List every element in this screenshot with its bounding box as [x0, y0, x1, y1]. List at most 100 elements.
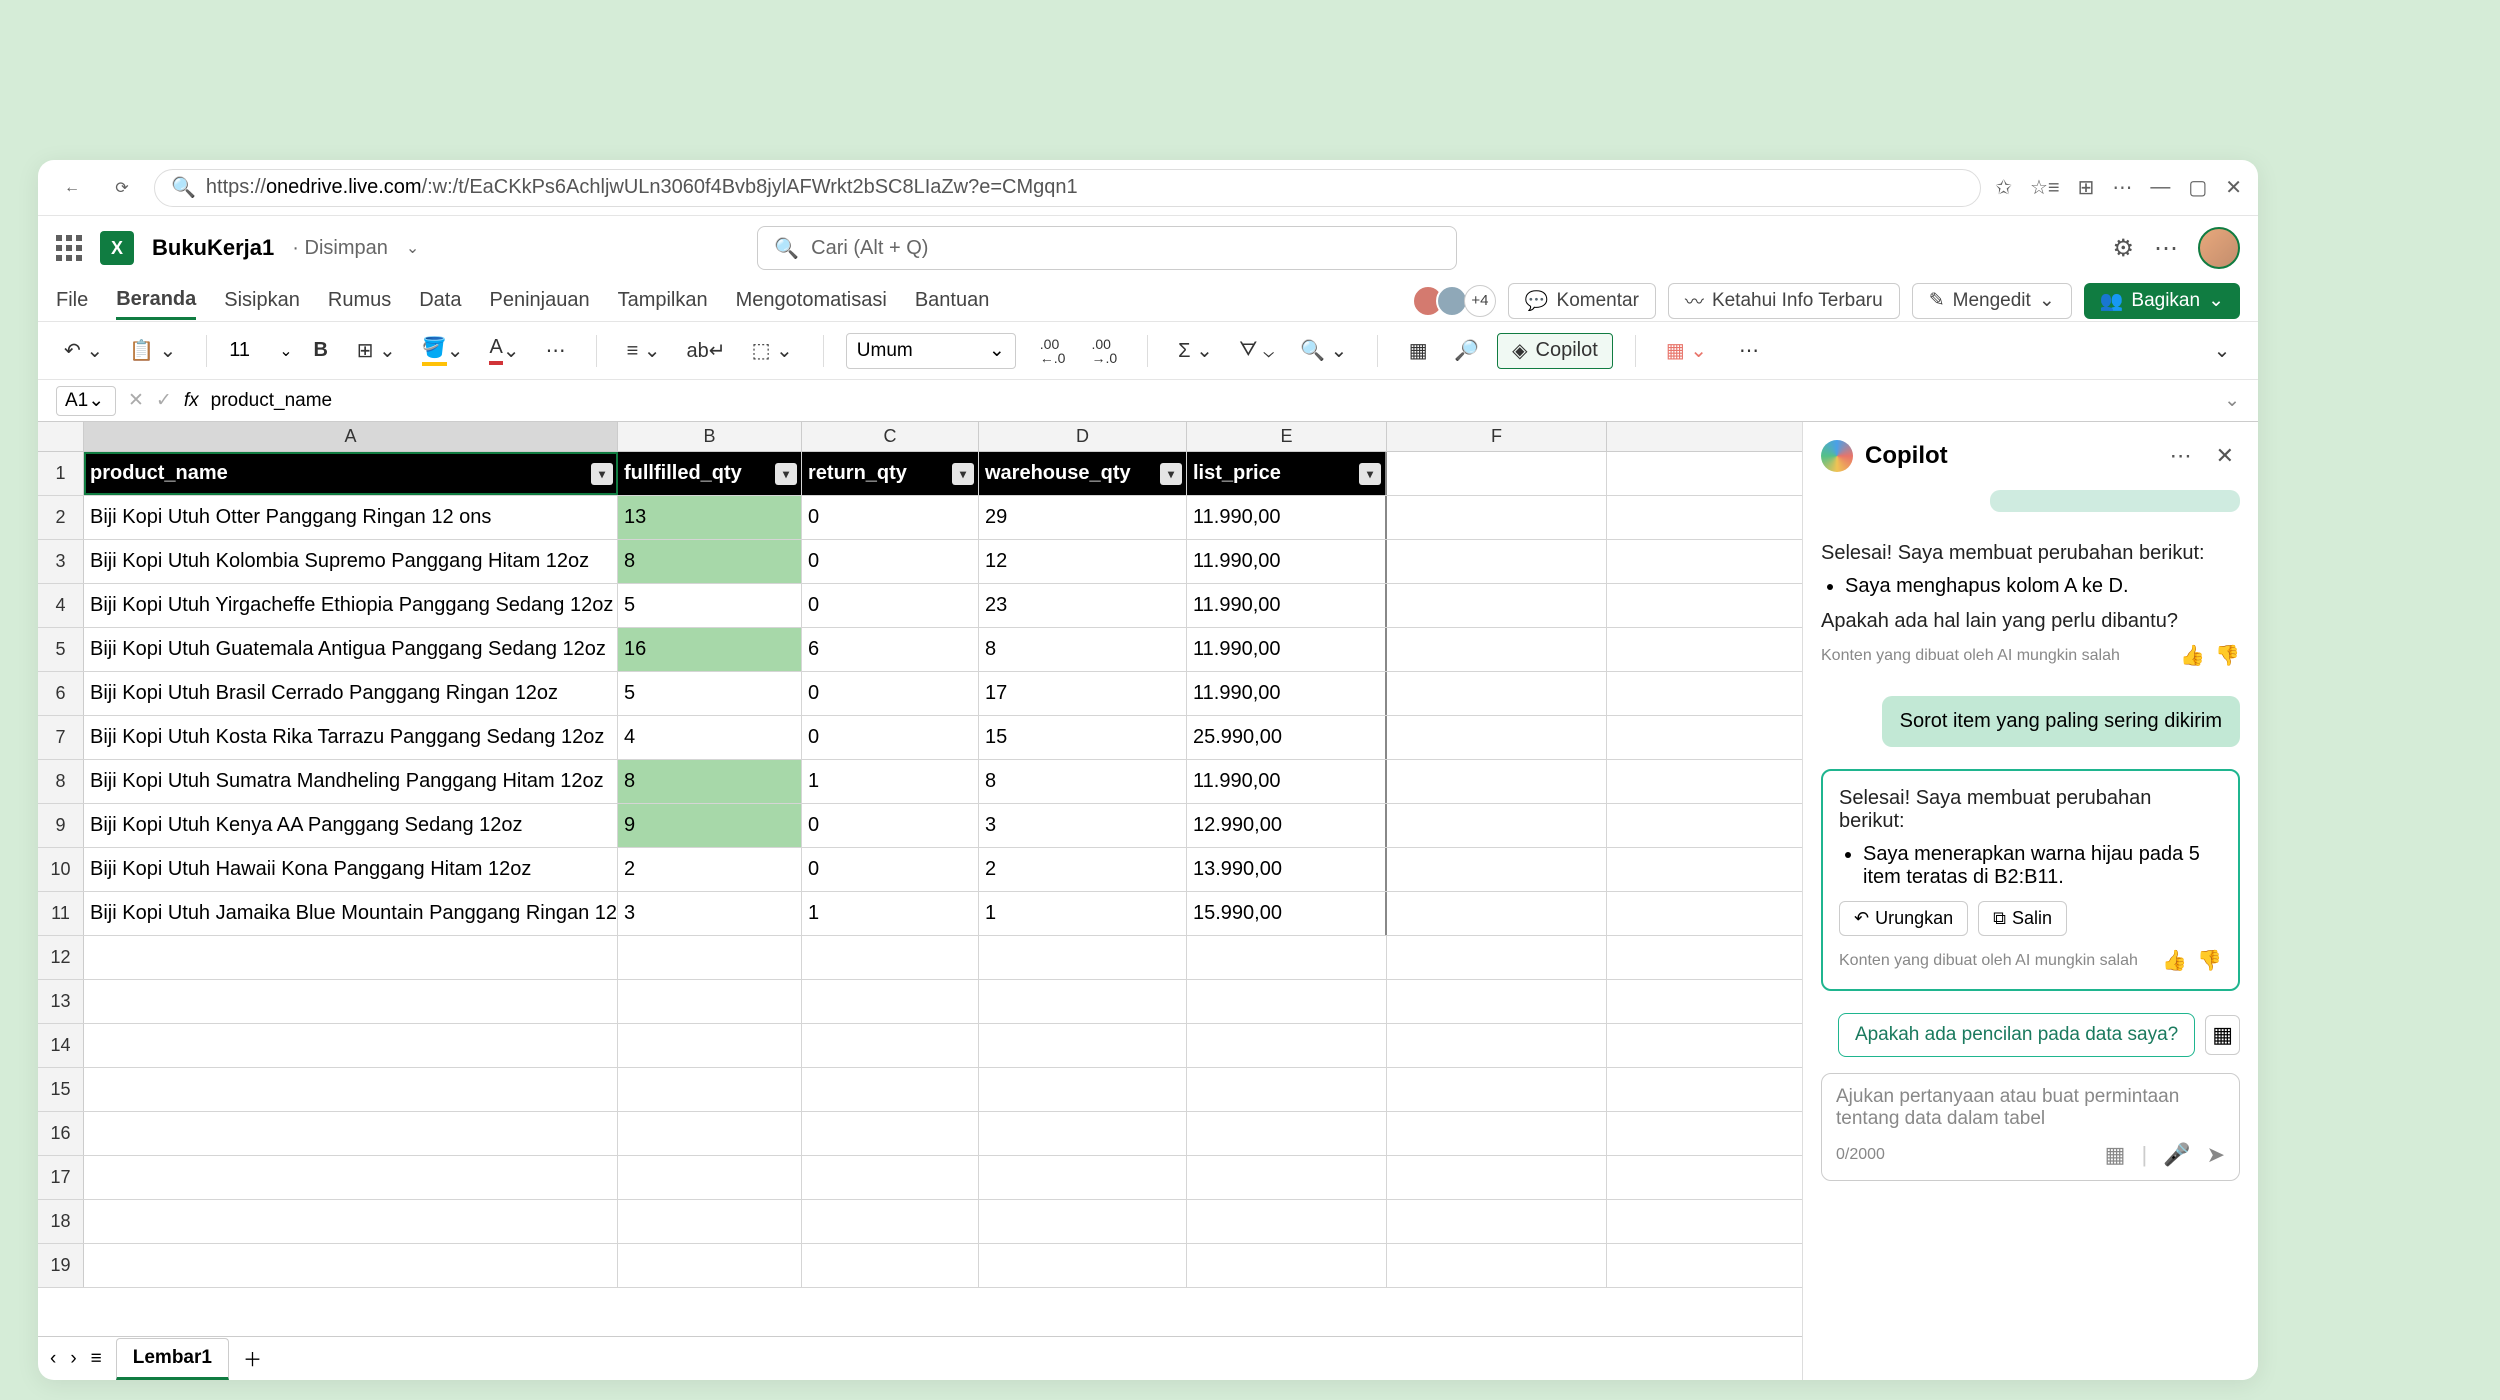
document-title[interactable]: BukuKerja1 [152, 235, 274, 261]
empty-cell[interactable] [1187, 1024, 1387, 1067]
empty-cell[interactable] [1187, 980, 1387, 1023]
cell[interactable]: 0 [802, 716, 979, 759]
cell[interactable]: 13.990,00 [1187, 848, 1387, 891]
empty-cell[interactable] [802, 936, 979, 979]
col-header-c[interactable]: C [802, 422, 979, 451]
header-cell[interactable]: return_qty▾ [802, 452, 979, 495]
row-header[interactable]: 8 [38, 760, 84, 803]
font-color-button[interactable]: A ⌄ [481, 333, 527, 369]
cell[interactable]: 12 [979, 540, 1187, 583]
wrap-text-button[interactable]: ab↵ [679, 333, 734, 369]
empty-cell[interactable] [1387, 1068, 1607, 1111]
grid-reference-icon[interactable]: ▦ [2105, 1142, 2126, 1168]
cell[interactable]: Biji Kopi Utuh Kosta Rika Tarrazu Pangga… [84, 716, 618, 759]
cell[interactable]: 4 [618, 716, 802, 759]
editing-mode-button[interactable]: ✎Mengedit⌄ [1912, 283, 2072, 319]
row-header[interactable]: 15 [38, 1068, 84, 1111]
empty-cell[interactable] [979, 1244, 1187, 1287]
cell[interactable]: Biji Kopi Utuh Brasil Cerrado Panggang R… [84, 672, 618, 715]
align-button[interactable]: ≡ ⌄ [619, 333, 669, 369]
format-table-button[interactable]: ▦ ⌄ [1658, 333, 1715, 369]
empty-cell[interactable] [618, 936, 802, 979]
cell[interactable]: 15.990,00 [1187, 892, 1387, 935]
col-header-e[interactable]: E [1187, 422, 1387, 451]
empty-cell[interactable] [1187, 1244, 1387, 1287]
autosum-button[interactable]: Σ ⌄ [1170, 333, 1221, 369]
suggestion-grid-icon[interactable]: ▦ [2205, 1015, 2240, 1055]
col-header-f[interactable]: F [1387, 422, 1607, 451]
empty-cell[interactable] [84, 1200, 618, 1243]
cell[interactable]: 29 [979, 496, 1187, 539]
menu-icon[interactable]: ⋯ [2112, 175, 2132, 200]
increase-decimal-button[interactable]: .00→.0 [1083, 333, 1125, 369]
more-icon[interactable]: ⋯ [2154, 234, 2178, 263]
cell[interactable]: 11.990,00 [1187, 628, 1387, 671]
formula-input[interactable]: product_name [211, 390, 2212, 412]
col-header-b[interactable]: B [618, 422, 802, 451]
cell[interactable]: 8 [979, 628, 1187, 671]
cell[interactable]: Biji Kopi Utuh Kolombia Supremo Panggang… [84, 540, 618, 583]
cell[interactable]: 13 [618, 496, 802, 539]
empty-cell[interactable] [1387, 496, 1607, 539]
bold-button[interactable]: B [303, 333, 339, 369]
empty-cell[interactable] [1387, 936, 1607, 979]
tab-tampilkan[interactable]: Tampilkan [618, 283, 708, 318]
empty-cell[interactable] [1387, 1112, 1607, 1155]
row-header[interactable]: 6 [38, 672, 84, 715]
conditional-format-button[interactable]: ▦ [1400, 333, 1436, 369]
empty-cell[interactable] [1387, 848, 1607, 891]
row-header[interactable]: 12 [38, 936, 84, 979]
select-all-corner[interactable] [38, 422, 84, 451]
row-header[interactable]: 13 [38, 980, 84, 1023]
empty-cell[interactable] [1387, 584, 1607, 627]
empty-cell[interactable] [84, 980, 618, 1023]
row-header[interactable]: 11 [38, 892, 84, 935]
row-header[interactable]: 3 [38, 540, 84, 583]
row-header[interactable]: 4 [38, 584, 84, 627]
empty-cell[interactable] [84, 1068, 618, 1111]
empty-cell[interactable] [1387, 628, 1607, 671]
document-status[interactable]: · Disimpan [292, 237, 388, 260]
cell[interactable]: 11.990,00 [1187, 760, 1387, 803]
cell[interactable]: 8 [979, 760, 1187, 803]
search-input[interactable]: 🔍 Cari (Alt + Q) [757, 226, 1457, 270]
cell[interactable]: 6 [802, 628, 979, 671]
cell[interactable]: 0 [802, 848, 979, 891]
row-header[interactable]: 9 [38, 804, 84, 847]
address-bar[interactable]: 🔍 https://onedrive.live.com/:w:/t/EaCKkP… [154, 169, 1981, 207]
number-format-select[interactable]: Umum⌄ [846, 333, 1016, 369]
empty-cell[interactable] [84, 1156, 618, 1199]
tab-data[interactable]: Data [419, 283, 461, 318]
empty-cell[interactable] [802, 1200, 979, 1243]
header-cell[interactable]: product_name▾ [84, 452, 618, 495]
copilot-more-icon[interactable]: ⋯ [2164, 443, 2198, 469]
cell[interactable]: 11.990,00 [1187, 584, 1387, 627]
empty-cell[interactable] [1387, 540, 1607, 583]
sort-filter-button[interactable]: ᗊ ⌄ [1231, 333, 1282, 369]
header-cell[interactable]: fullfilled_qty▾ [618, 452, 802, 495]
cell[interactable]: 5 [618, 672, 802, 715]
merge-button[interactable]: ⬚ ⌄ [744, 333, 801, 369]
fx-icon[interactable]: fx [184, 390, 199, 412]
formula-expand-icon[interactable]: ⌄ [2224, 389, 2240, 412]
cell[interactable]: 0 [802, 804, 979, 847]
header-cell[interactable]: warehouse_qty▾ [979, 452, 1187, 495]
cell[interactable]: 11.990,00 [1187, 672, 1387, 715]
cell[interactable]: 0 [802, 496, 979, 539]
col-header-d[interactable]: D [979, 422, 1187, 451]
chevron-down-icon[interactable]: ⌄ [279, 341, 292, 361]
empty-cell[interactable] [979, 1200, 1187, 1243]
empty-cell[interactable] [1387, 1200, 1607, 1243]
borders-button[interactable]: ⊞ ⌄ [349, 333, 404, 369]
cell[interactable]: 11.990,00 [1187, 540, 1387, 583]
cell[interactable]: Biji Kopi Utuh Yirgacheffe Ethiopia Pang… [84, 584, 618, 627]
comments-button[interactable]: 💬Komentar [1508, 283, 1656, 319]
row-header[interactable]: 14 [38, 1024, 84, 1067]
cell[interactable]: Biji Kopi Utuh Sumatra Mandheling Pangga… [84, 760, 618, 803]
empty-cell[interactable] [1387, 1156, 1607, 1199]
add-sheet-icon[interactable]: ＋ [243, 1345, 262, 1372]
empty-cell[interactable] [1387, 452, 1607, 495]
cell[interactable]: 2 [979, 848, 1187, 891]
collaborator-avatars[interactable]: +4 [1420, 285, 1496, 317]
tab-sisipkan[interactable]: Sisipkan [224, 283, 300, 318]
